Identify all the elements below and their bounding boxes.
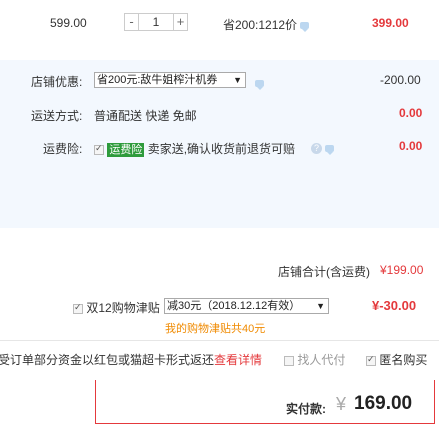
anonymous-option: 匿名购买	[366, 351, 427, 368]
help-icon[interactable]: ?	[311, 143, 322, 155]
chat-icon[interactable]	[255, 80, 264, 91]
saving-text: 省200:1212价	[223, 16, 310, 33]
allowance-select[interactable]: 减30元（2018.12.12有效） ▼	[164, 298, 329, 314]
insurance-label: 运费险:	[43, 142, 83, 156]
insurance-badge: 运费险	[107, 143, 145, 157]
chat-icon[interactable]	[300, 22, 310, 33]
insurance-help: ?	[311, 141, 334, 156]
allowance-row: 双12购物津贴 减30元（2018.12.12有效） ▼ ¥-30.00 我的购…	[0, 290, 439, 336]
shipping-amount: 0.00	[399, 106, 423, 120]
shop-discount-amount: -200.00	[380, 73, 421, 87]
pay-currency: ¥	[336, 394, 347, 414]
proxy-pay-label: 找人代付	[297, 353, 346, 367]
allowance-amount: ¥-30.00	[372, 298, 417, 313]
dropdown-arrow-icon: ▼	[233, 75, 242, 85]
qty-plus-button[interactable]: +	[173, 13, 188, 31]
proxy-pay-option: 找人代付	[284, 351, 345, 368]
insurance-checkbox[interactable]	[94, 143, 104, 155]
anonymous-checkbox[interactable]	[366, 354, 376, 366]
shipping-value: 普通配送 快递 免邮	[94, 109, 197, 123]
allowance-checkbox[interactable]	[73, 302, 83, 314]
bottom-bar: 受订单部分资金以红包或猫超卡形式返还查看详情 找人代付 匿名购买	[0, 340, 439, 375]
qty-minus-button[interactable]: -	[124, 13, 139, 31]
insurance-text: 卖家送,确认收货前退货可赔	[147, 142, 296, 156]
allowance-selected: 减30元（2018.12.12有效）	[167, 300, 301, 312]
quantity-input[interactable]: 1	[139, 13, 173, 31]
shop-discount-label: 店铺优惠:	[31, 75, 83, 89]
unit-price: 599.00	[50, 16, 87, 30]
view-details-link[interactable]: 查看详情	[214, 353, 262, 367]
shop-total-label: 店铺合计(含运费)	[278, 265, 370, 279]
dropdown-arrow-icon: ▼	[316, 301, 325, 311]
pay-summary-box: 实付款: ¥ 169.00	[95, 380, 435, 424]
refund-notice-text: 受订单部分资金以红包或猫超卡形式返还	[0, 353, 215, 367]
anonymous-label: 匿名购买	[379, 353, 428, 367]
refund-notice: 受订单部分资金以红包或猫超卡形式返还查看详情	[0, 351, 262, 368]
pay-label: 实付款:	[286, 402, 326, 416]
shop-discount-selected: 省200元:敌牛姐榨汁机券	[97, 74, 218, 86]
allowance-option: 双12购物津贴	[73, 299, 160, 316]
item-row: 599.00 - 1 + 省200:1212价 399.00	[0, 8, 439, 42]
shop-options-panel: 店铺优惠: 省200元:敌牛姐榨汁机券 ▼ -200.00 运送方式: 普通配送…	[0, 60, 439, 279]
item-subtotal: 399.00	[372, 16, 409, 30]
allowance-note: 我的购物津贴共40元	[165, 323, 266, 335]
proxy-pay-checkbox[interactable]	[284, 355, 294, 366]
pay-amount: 169.00	[354, 393, 413, 414]
quantity-stepper: - 1 +	[124, 13, 188, 31]
chat-icon[interactable]	[325, 145, 334, 156]
allowance-label: 双12购物津贴	[86, 301, 160, 315]
saving-text-label: 省200:1212价	[223, 18, 298, 32]
shop-discount-select[interactable]: 省200元:敌牛姐榨汁机券 ▼	[94, 72, 246, 88]
insurance-option: 运费险 卖家送,确认收货前退货可赔	[94, 140, 295, 157]
shop-total-value: ¥199.00	[380, 263, 424, 277]
shipping-label: 运送方式:	[31, 109, 83, 123]
shop-total: 店铺合计(含运费)	[278, 263, 370, 280]
insurance-amount: 0.00	[399, 139, 423, 153]
